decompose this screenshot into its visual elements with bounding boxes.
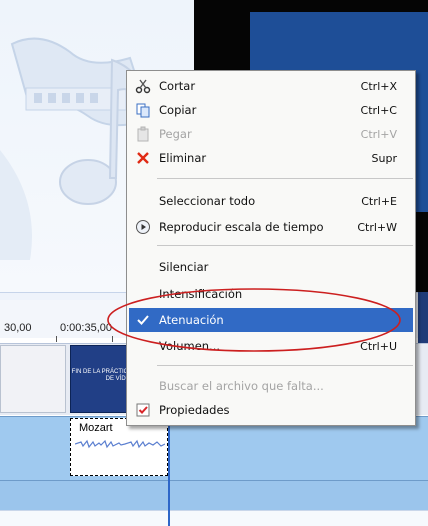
menu-item-label: Buscar el archivo que falta... xyxy=(159,379,324,393)
menu-item-shortcut: Ctrl+X xyxy=(360,79,397,93)
copy-icon xyxy=(135,102,151,118)
menu-item-shortcut: Ctrl+E xyxy=(361,194,397,208)
menu-item-cut[interactable]: Cortar Ctrl+X xyxy=(129,74,413,98)
annotation-oval xyxy=(107,288,401,352)
menu-separator xyxy=(157,245,413,246)
ruler-tick-label: 0:00:35,00 xyxy=(60,322,112,334)
video-clip-previous[interactable] xyxy=(0,345,66,413)
menu-item-properties[interactable]: Propiedades xyxy=(129,398,413,422)
menu-item-mute[interactable]: Silenciar xyxy=(129,255,413,279)
menu-item-label: Cortar xyxy=(159,79,196,93)
menu-item-copy[interactable]: Copiar Ctrl+C xyxy=(129,98,413,122)
timeline-bottom-strip xyxy=(0,510,428,526)
menu-item-label: Seleccionar todo xyxy=(159,194,256,208)
timeline-corner xyxy=(418,292,428,343)
menu-item-play-timeline[interactable]: Reproducir escala de tiempo Ctrl+W xyxy=(129,215,413,239)
ruler-tick-label: 30,00 xyxy=(4,322,32,334)
play-circle-icon xyxy=(135,219,151,235)
menu-item-shortcut: Supr xyxy=(371,151,397,165)
menu-item-select-all[interactable]: Seleccionar todo Ctrl+E xyxy=(129,189,413,213)
menu-item-label: Eliminar xyxy=(159,151,207,165)
menu-item-label: Reproducir escala de tiempo xyxy=(159,220,324,234)
menu-item-paste[interactable]: Pegar Ctrl+V xyxy=(129,122,413,146)
menu-item-label: Silenciar xyxy=(159,260,209,274)
menu-item-label: Pegar xyxy=(159,127,192,141)
paste-icon xyxy=(135,126,151,142)
ruler-tick xyxy=(56,336,57,342)
menu-item-find-missing-file[interactable]: Buscar el archivo que falta... xyxy=(129,374,413,398)
context-menu: Cortar Ctrl+X Copiar Ctrl+C Pegar Ctrl+V… xyxy=(126,70,416,426)
scissors-icon xyxy=(135,78,151,94)
waveform-icon xyxy=(75,439,165,449)
menu-separator xyxy=(157,365,413,366)
menu-item-label: Copiar xyxy=(159,103,197,117)
audio-music-track[interactable] xyxy=(0,480,428,510)
menu-item-shortcut: Ctrl+V xyxy=(360,127,397,141)
delete-x-icon xyxy=(135,150,151,166)
properties-icon xyxy=(135,402,151,418)
audio-clip-name: Mozart xyxy=(79,422,113,434)
menu-item-shortcut: Ctrl+C xyxy=(360,103,397,117)
audio-clip-mozart[interactable]: Mozart xyxy=(70,418,168,476)
menu-item-delete[interactable]: Eliminar Supr xyxy=(129,146,413,170)
menu-separator xyxy=(157,178,413,179)
menu-item-shortcut: Ctrl+W xyxy=(357,220,397,234)
menu-item-label: Propiedades xyxy=(159,403,230,417)
